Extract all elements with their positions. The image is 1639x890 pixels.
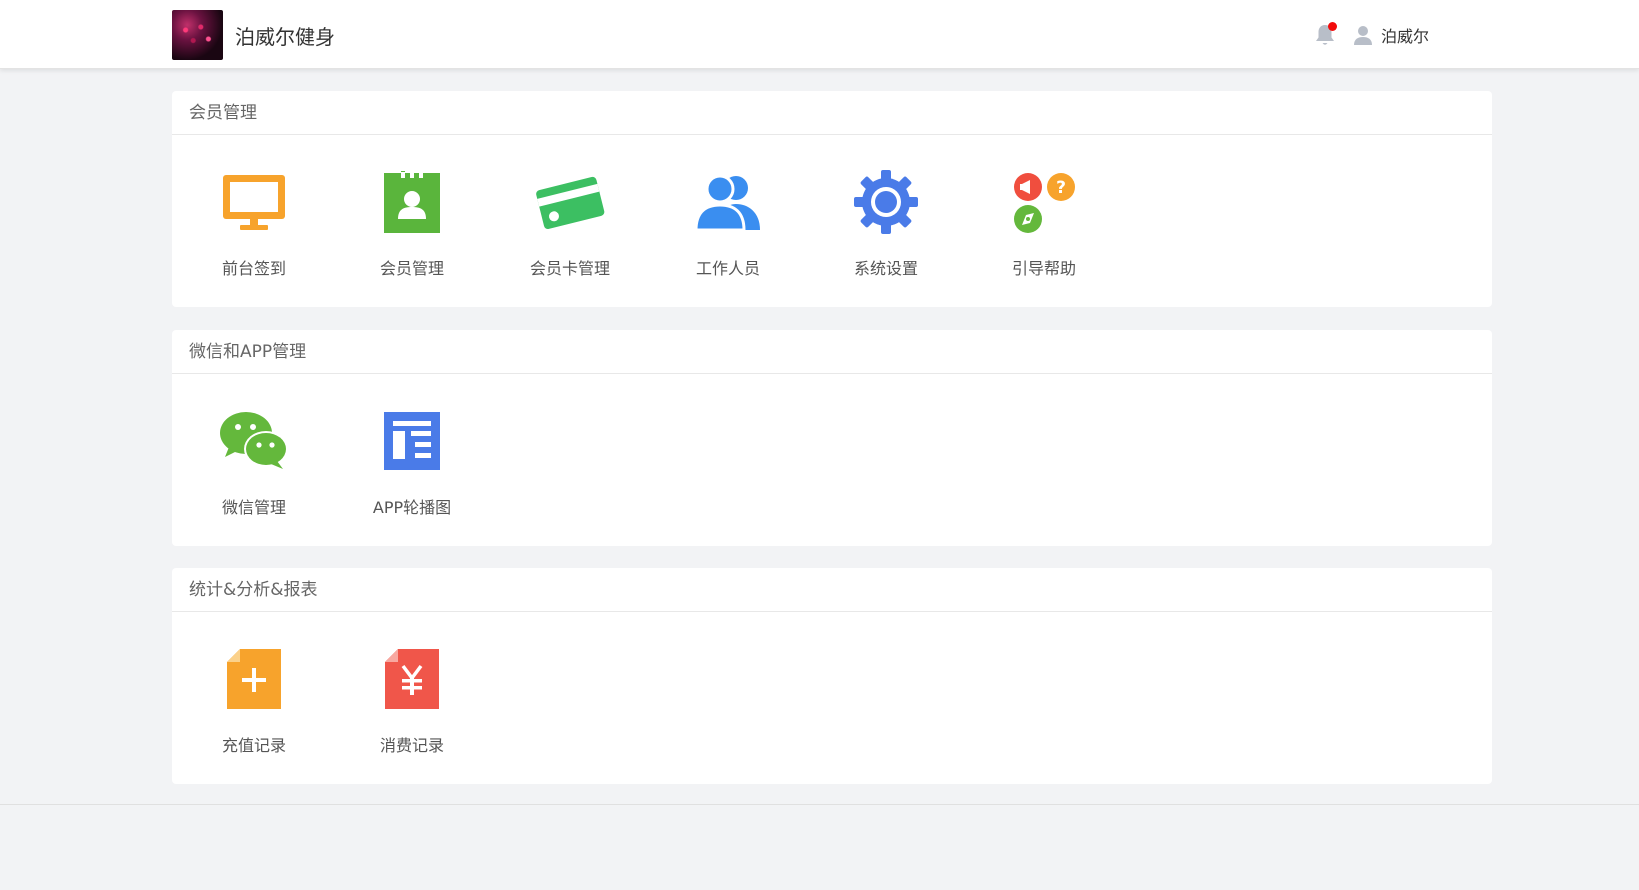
section-wechat-app-management: 微信和APP管理 微信管理 APP轮播图 [172,330,1492,546]
tile-wechat-management[interactable]: 微信管理 [175,374,333,546]
user-area: 泊威尔 [1312,20,1429,50]
monitor-icon [219,169,289,235]
card-icon [535,169,605,235]
wechat-icon [219,408,289,474]
tile-label: 引导帮助 [1011,259,1076,278]
recharge-record-icon [219,646,289,712]
section-title: 统计&分析&报表 [172,568,1492,612]
tile-label: 消费记录 [379,736,444,755]
brand-logo [172,10,223,60]
section-member-management: 会员管理 前台签到 会员管理 会员卡管理 工作人员 系统设置 ? 引导帮助 [172,91,1492,307]
tile-guide-help[interactable]: ? 引导帮助 [965,135,1123,307]
carousel-icon [377,408,447,474]
svg-text:?: ? [1056,178,1066,198]
brand[interactable]: 泊威尔健身 [172,10,335,60]
tile-member-card-management[interactable]: 会员卡管理 [491,135,649,307]
footer-divider [0,804,1639,805]
tile-member-management[interactable]: 会员管理 [333,135,491,307]
gear-icon [851,169,921,235]
tile-recharge-records[interactable]: 充值记录 [175,612,333,784]
tile-label: 前台签到 [221,259,286,278]
consume-record-icon [377,646,447,712]
tile-label: 微信管理 [221,498,286,517]
tile-label: 系统设置 [853,259,918,278]
tile-system-settings[interactable]: 系统设置 [807,135,965,307]
brand-name: 泊威尔健身 [235,24,335,49]
tile-label: 充值记录 [221,736,286,755]
tile-label: 工作人员 [695,259,760,278]
user-name[interactable]: 泊威尔 [1381,23,1429,47]
tile-staff[interactable]: 工作人员 [649,135,807,307]
section-title: 微信和APP管理 [172,330,1492,374]
member-badge-icon [377,169,447,235]
user-avatar-icon[interactable] [1352,24,1374,46]
notification-dot [1327,22,1337,31]
guide-help-icon: ? [1009,169,1079,235]
tile-label: APP轮播图 [372,498,452,517]
tile-consumption-records[interactable]: 消费记录 [333,612,491,784]
top-header: 泊威尔健身 泊威尔 [0,0,1639,69]
tile-app-carousel[interactable]: APP轮播图 [333,374,491,546]
tile-label: 会员管理 [379,259,444,278]
tile-label: 会员卡管理 [529,259,610,278]
section-stats-reports: 统计&分析&报表 充值记录 消费记录 [172,568,1492,784]
tile-front-desk-checkin[interactable]: 前台签到 [175,135,333,307]
notification-bell-icon[interactable] [1312,22,1338,48]
section-title: 会员管理 [172,91,1492,135]
staff-icon [693,169,763,235]
